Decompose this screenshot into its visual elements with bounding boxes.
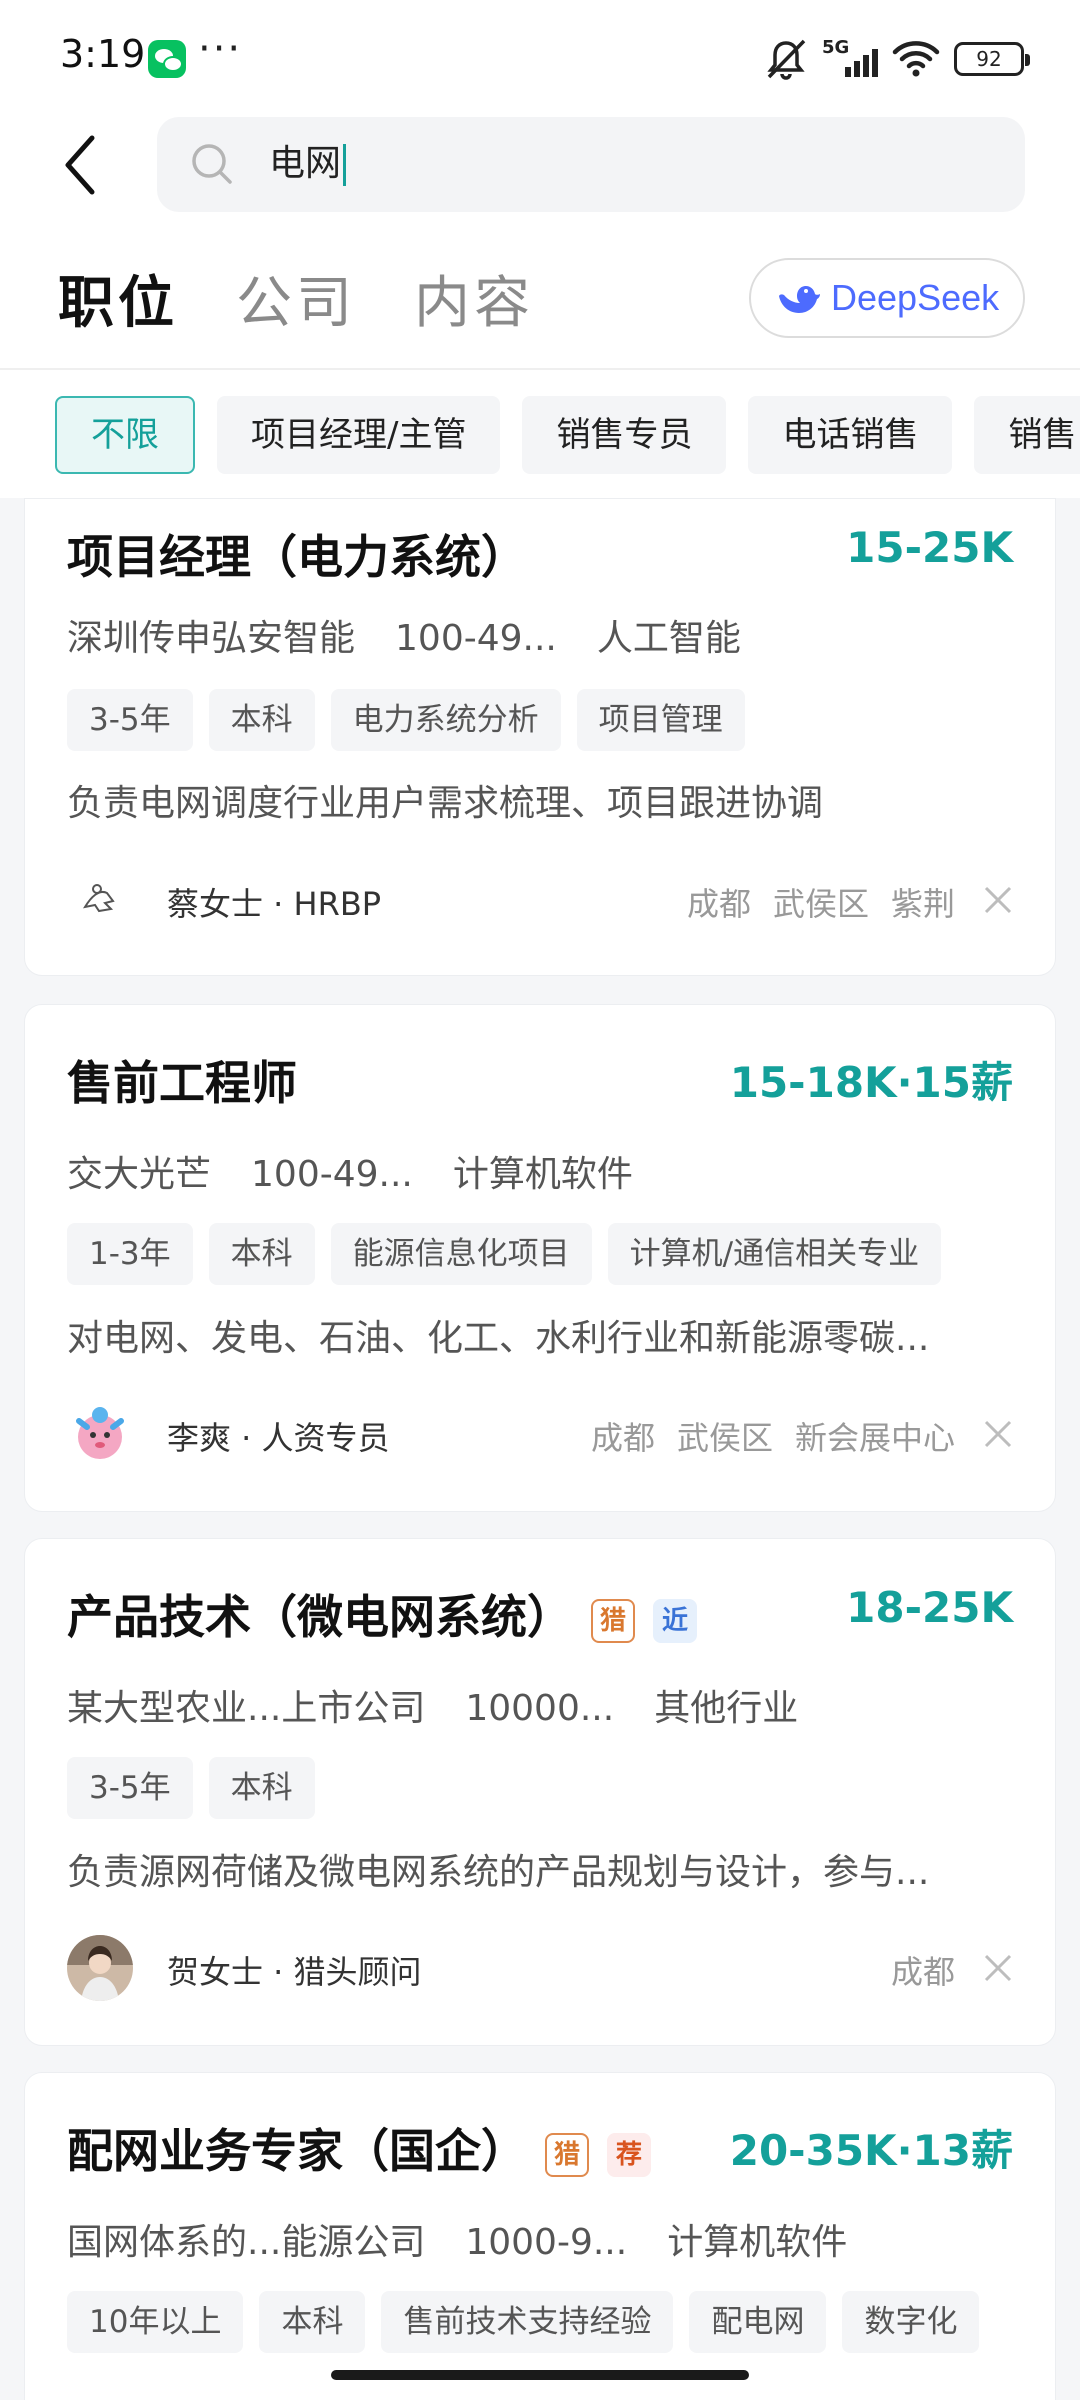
- job-title: 售前工程师: [67, 1056, 297, 1110]
- job-location: 成都 武侯区 紫荆: [686, 885, 955, 923]
- mute-icon: [767, 39, 806, 80]
- search-input[interactable]: 电网: [157, 117, 1025, 212]
- headhunter-badge: 猎: [591, 1598, 635, 1643]
- deepseek-whale-icon: [779, 286, 820, 313]
- more-notifications-icon: ···: [198, 26, 243, 72]
- company-name: 深圳传申弘安智能: [67, 618, 356, 659]
- job-tag: 电力系统分析: [330, 689, 561, 751]
- job-tags: 3-5年 本科: [67, 1757, 315, 1819]
- job-title: 产品技术（微电网系统）猎近: [67, 1581, 697, 1647]
- company-industry: 人工智能: [596, 618, 741, 659]
- job-card[interactable]: 配网业务专家（国企）猎荐 20-35K·13薪 国网体系的...能源公司 1000…: [24, 2072, 1056, 2400]
- dismiss-icon[interactable]: [983, 1419, 1013, 1449]
- job-description: 负责源网荷储及微电网系统的产品规划与设计，参与...: [67, 1852, 930, 1893]
- job-title: 项目经理（电力系统）: [67, 530, 527, 584]
- avatar: [67, 1401, 133, 1467]
- job-card[interactable]: 产品技术（微电网系统）猎近 18-25K 某大型农业...上市公司 10000..…: [24, 1538, 1056, 2046]
- job-card[interactable]: 售前工程师 15-18K·15薪 交大光芒 100-49... 计算机软件 1-3年…: [24, 1004, 1056, 1512]
- company-info: 深圳传申弘安智能 100-49... 人工智能: [67, 609, 781, 661]
- recruiter-row: 蔡女士 · HRBP 成都 武侯区 紫荆: [67, 867, 1013, 937]
- company-name: 某大型农业...上市公司: [67, 1688, 426, 1729]
- recruiter-row: 贺女士 · 猎头顾问 成都: [67, 1935, 1013, 2005]
- avatar: [67, 867, 133, 933]
- filter-chip-project-manager[interactable]: 项目经理/主管: [217, 396, 501, 474]
- job-tag: 本科: [208, 1757, 315, 1819]
- job-tag: 数字化: [842, 2291, 980, 2353]
- avatar: [67, 1935, 133, 2001]
- company-info: 交大光芒 100-49... 计算机软件: [67, 1145, 673, 1197]
- battery-icon: 92: [954, 42, 1030, 76]
- nearby-badge: 近: [653, 1598, 697, 1643]
- job-tags: 3-5年 本科 电力系统分析 项目管理: [67, 689, 745, 751]
- job-tag: 计算机/通信相关专业: [607, 1223, 942, 1285]
- job-salary: 15-18K·15薪: [729, 1058, 1013, 1107]
- deepseek-label: DeepSeek: [831, 277, 1000, 318]
- company-name: 国网体系的...能源公司: [67, 2222, 426, 2263]
- home-indicator[interactable]: [331, 2370, 749, 2380]
- company-industry: 其他行业: [654, 1688, 799, 1729]
- job-tag: 10年以上: [67, 2291, 244, 2353]
- back-arrow-icon[interactable]: [58, 130, 118, 200]
- job-tag: 本科: [208, 1223, 315, 1285]
- company-size: 10000...: [465, 1688, 615, 1729]
- job-tags: 1-3年 本科 能源信息化项目 计算机/通信相关专业: [67, 1223, 942, 1285]
- text-cursor: [343, 144, 347, 186]
- company-info: 国网体系的...能源公司 1000-9... 计算机软件: [67, 2213, 887, 2265]
- tab-content[interactable]: 内容: [414, 258, 534, 339]
- job-salary: 18-25K: [846, 1583, 1013, 1632]
- header-area: 3:19 ··· 5G 92 电网 职位 公司 内容 DeepSeek 不限 项…: [0, 0, 1080, 498]
- recruiter-name: 李爽 · 人资专员: [167, 1419, 390, 1457]
- company-size: 100-49...: [251, 1154, 413, 1195]
- job-tag: 项目管理: [576, 689, 745, 751]
- filter-chip-sales-specialist[interactable]: 销售专员: [522, 396, 727, 474]
- job-description: 对电网、发电、石油、化工、水利行业和新能源零碳...: [67, 1318, 930, 1359]
- job-tag: 本科: [259, 2291, 366, 2353]
- job-card[interactable]: 项目经理（电力系统） 15-25K 深圳传申弘安智能 100-49... 人工智能 …: [24, 498, 1056, 976]
- job-tag: 售前技术支持经验: [381, 2291, 674, 2353]
- wechat-notification-icon: [148, 40, 186, 78]
- company-size: 100-49...: [395, 618, 557, 659]
- job-tag: 1-3年: [67, 1223, 193, 1285]
- filter-chip-sales[interactable]: 销售: [974, 396, 1080, 474]
- recommended-badge: 荐: [607, 2132, 651, 2177]
- job-tag: 3-5年: [67, 689, 193, 751]
- dismiss-icon[interactable]: [983, 885, 1013, 915]
- tab-positions[interactable]: 职位: [58, 258, 178, 339]
- search-value: 电网: [269, 139, 347, 189]
- status-bar: 3:19 ··· 5G 92: [0, 0, 1080, 116]
- divider: [0, 368, 1080, 370]
- filter-chips: 不限 项目经理/主管 销售专员 电话销售 销售: [55, 396, 1080, 474]
- job-salary: 20-35K·13薪: [729, 2126, 1013, 2175]
- category-tabs: 职位 公司 内容: [58, 258, 534, 339]
- job-tags: 10年以上 本科 售前技术支持经验 配电网 数字化: [67, 2291, 980, 2353]
- recruiter-row: 李爽 · 人资专员 成都 武侯区 新会展中心: [67, 1401, 1013, 1471]
- filter-chip-unlimited[interactable]: 不限: [55, 396, 195, 474]
- deepseek-button[interactable]: DeepSeek: [749, 258, 1025, 338]
- job-tag: 配电网: [689, 2291, 827, 2353]
- recruiter-name: 蔡女士 · HRBP: [167, 885, 382, 923]
- job-tag: 本科: [208, 689, 315, 751]
- status-icons: 5G 92: [764, 34, 1030, 84]
- job-tag: 能源信息化项目: [330, 1223, 592, 1285]
- filter-chip-telesales[interactable]: 电话销售: [748, 396, 953, 474]
- company-industry: 计算机软件: [667, 2222, 848, 2263]
- job-description: 负责电网调度行业用户需求梳理、项目跟进协调: [67, 783, 824, 824]
- job-location: 成都: [890, 1953, 955, 1991]
- company-name: 交大光芒: [67, 1154, 212, 1195]
- tab-companies[interactable]: 公司: [236, 258, 356, 339]
- job-location: 成都 武侯区 新会展中心: [590, 1419, 955, 1457]
- company-size: 1000-9...: [465, 2222, 628, 2263]
- job-title: 配网业务专家（国企）猎荐: [67, 2115, 651, 2181]
- wifi-icon: [892, 41, 940, 77]
- headhunter-badge: 猎: [545, 2132, 589, 2177]
- job-tag: 3-5年: [67, 1757, 193, 1819]
- recruiter-name: 贺女士 · 猎头顾问: [167, 1953, 422, 1991]
- job-salary: 15-25K: [846, 523, 1013, 572]
- dismiss-icon[interactable]: [983, 1953, 1013, 1983]
- company-industry: 计算机软件: [452, 1154, 633, 1195]
- status-time: 3:19: [60, 32, 146, 76]
- search-icon: [192, 144, 232, 184]
- company-info: 某大型农业...上市公司 10000... 其他行业: [67, 1679, 838, 1731]
- signal-5g-icon: 5G: [822, 37, 878, 81]
